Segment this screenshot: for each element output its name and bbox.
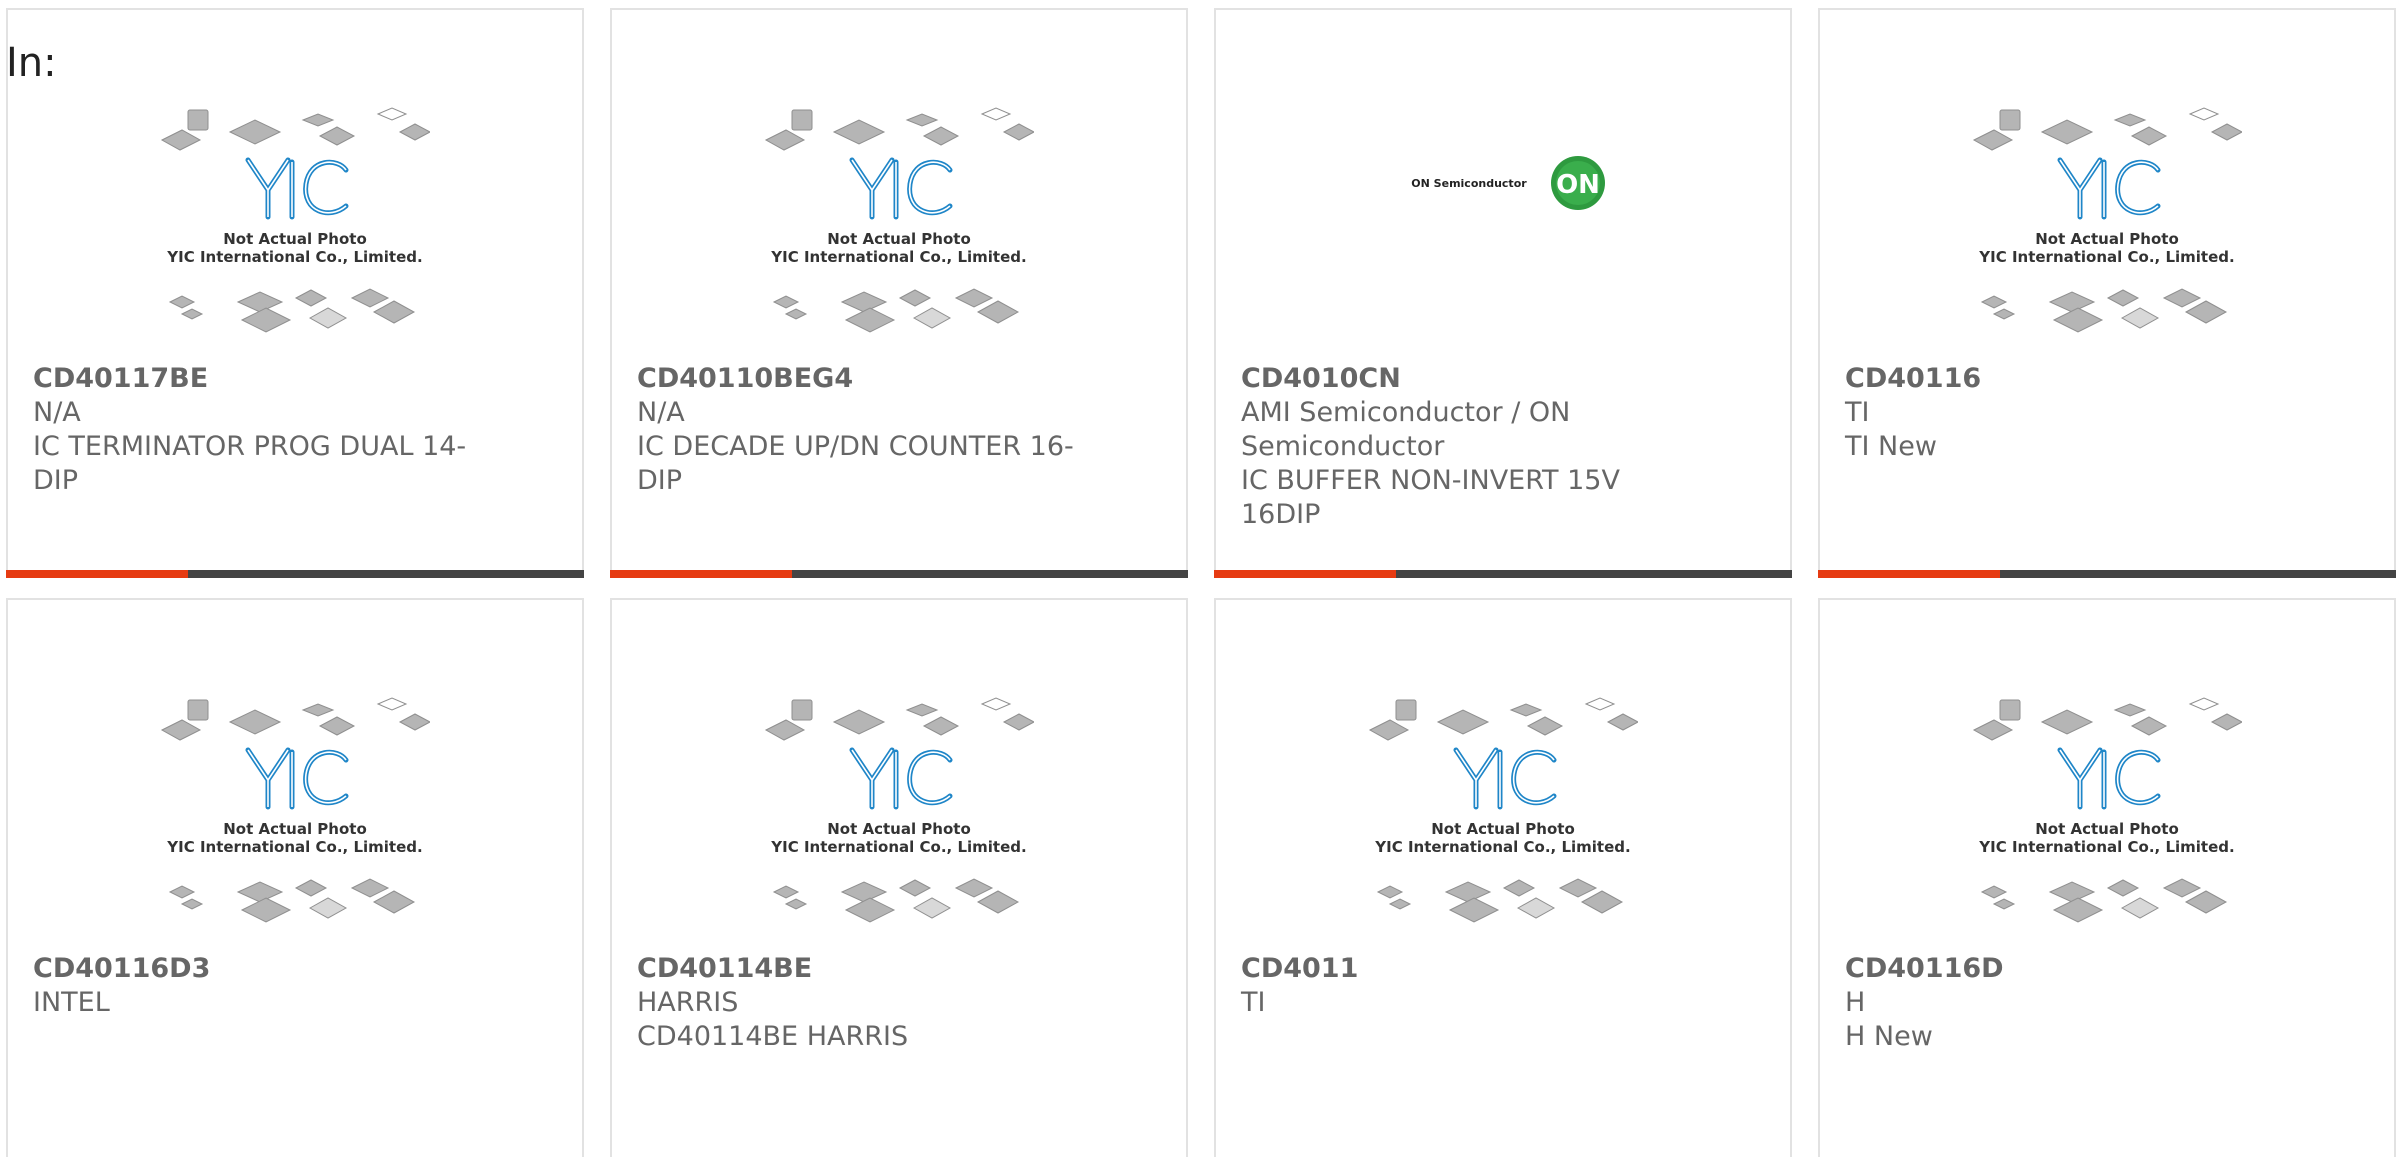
description-line: DIP [33, 465, 79, 496]
part-number-link[interactable]: CD4010CN [1241, 362, 1681, 396]
product-image[interactable]: Not Actual Photo YIC International Co., … [612, 692, 1186, 942]
manufacturer: N/A [637, 397, 685, 428]
part-number-link[interactable]: CD40116D3 [33, 952, 473, 986]
card-bottom-bar [610, 570, 1188, 578]
card-bottom-bar [1214, 570, 1792, 578]
on-semiconductor-logo: ON Semiconductor ON [1411, 156, 1605, 210]
product-info: CD40117BE N/A IC TERMINATOR PROG DUAL 14- D… [33, 362, 473, 498]
product-card[interactable]: Not Actual Photo YIC International Co., … [610, 8, 1188, 578]
card-bottom-bar [6, 570, 584, 578]
svg-text:Not Actual Photo: Not Actual Photo [223, 230, 367, 248]
in-label: In: [6, 40, 57, 86]
description-line: IC BUFFER NON-INVERT 15V [1241, 465, 1620, 496]
manufacturer: H [1845, 987, 1866, 1018]
part-number-link[interactable]: CD4011 [1241, 952, 1681, 986]
svg-text:Not Actual Photo: Not Actual Photo [2035, 820, 2179, 838]
yic-placeholder-image: Not Actual Photo YIC International Co., … [160, 697, 430, 923]
svg-text:ON Semiconductor: ON Semiconductor [1411, 177, 1527, 190]
product-image[interactable]: Not Actual Photo YIC International Co., … [1820, 692, 2394, 942]
description-line: IC DECADE UP/DN COUNTER 16- [637, 431, 1074, 462]
manufacturer: HARRIS [637, 987, 739, 1018]
manufacturer: AMI Semiconductor / ON [1241, 397, 1571, 428]
yic-placeholder-image: Not Actual Photo YIC International Co., … [1368, 697, 1638, 923]
card-bottom-bar [1818, 570, 2396, 578]
product-image[interactable]: Not Actual Photo YIC International Co., … [612, 102, 1186, 352]
svg-text:YIC International Co., Limited: YIC International Co., Limited. [770, 248, 1026, 266]
card-accent-bar [1214, 570, 1396, 578]
product-card[interactable]: Not Actual Photo YIC International Co., … [1214, 598, 1792, 1157]
product-card[interactable]: Not Actual Photo YIC International Co., … [1818, 598, 2396, 1157]
description-line: H New [1845, 1021, 1933, 1052]
product-grid-page: In: Not Actual Photo YIC International C… [0, 0, 2400, 1157]
svg-text:Not Actual Photo: Not Actual Photo [827, 820, 971, 838]
product-card[interactable]: Not Actual Photo YIC International Co., … [6, 598, 584, 1157]
svg-text:Not Actual Photo: Not Actual Photo [2035, 230, 2179, 248]
card-accent-bar [1818, 570, 2000, 578]
product-info: CD40114BE HARRIS CD40114BE HARRIS [637, 952, 1077, 1054]
manufacturer: N/A [33, 397, 81, 428]
svg-text:ON: ON [1556, 170, 1600, 200]
product-info: CD40116D H H New [1845, 952, 2285, 1054]
svg-text:YIC International Co., Limited: YIC International Co., Limited. [166, 838, 422, 856]
yic-placeholder-image: Not Actual Photo YIC International Co., … [160, 107, 430, 333]
product-info: CD4010CN AMI Semiconductor / ON Semiconduc… [1241, 362, 1681, 532]
description-line: TI New [1845, 431, 1937, 462]
svg-text:Not Actual Photo: Not Actual Photo [223, 820, 367, 838]
part-number-link[interactable]: CD40114BE [637, 952, 1077, 986]
yic-placeholder-image: Not Actual Photo YIC International Co., … [1972, 107, 2242, 333]
svg-text:YIC International Co., Limited: YIC International Co., Limited. [770, 838, 1026, 856]
product-card[interactable]: Not Actual Photo YIC International Co., … [6, 8, 584, 578]
part-number-link[interactable]: CD40116 [1845, 362, 2285, 396]
manufacturer: INTEL [33, 987, 110, 1018]
description-line: DIP [637, 465, 683, 496]
svg-text:Not Actual Photo: Not Actual Photo [827, 230, 971, 248]
product-card[interactable]: ON Semiconductor ON CD4010CN AMI Semicond… [1214, 8, 1792, 578]
product-info: CD4011 TI [1241, 952, 1681, 1020]
yic-placeholder-image: Not Actual Photo YIC International Co., … [764, 107, 1034, 333]
svg-text:Not Actual Photo: Not Actual Photo [1431, 820, 1575, 838]
card-accent-bar [6, 570, 188, 578]
description-line: CD40114BE HARRIS [637, 1021, 909, 1052]
product-image[interactable]: Not Actual Photo YIC International Co., … [1216, 692, 1790, 942]
svg-text:YIC International Co., Limited: YIC International Co., Limited. [1374, 838, 1630, 856]
product-info: CD40116D3 INTEL [33, 952, 473, 1020]
description-line: IC TERMINATOR PROG DUAL 14- [33, 431, 467, 462]
part-number-link[interactable]: CD40116D [1845, 952, 2285, 986]
card-accent-bar [610, 570, 792, 578]
description-line: Semiconductor [1241, 431, 1445, 462]
product-image[interactable]: Not Actual Photo YIC International Co., … [8, 692, 582, 942]
svg-text:YIC International Co., Limited: YIC International Co., Limited. [1978, 838, 2234, 856]
part-number-link[interactable]: CD40110BEG4 [637, 362, 1077, 396]
product-image[interactable]: ON Semiconductor ON [1216, 102, 1790, 352]
svg-text:YIC International Co., Limited: YIC International Co., Limited. [1978, 248, 2234, 266]
yic-placeholder-image: Not Actual Photo YIC International Co., … [764, 697, 1034, 923]
part-number-link[interactable]: CD40117BE [33, 362, 473, 396]
yic-placeholder-image: Not Actual Photo YIC International Co., … [1972, 697, 2242, 923]
description-line: 16DIP [1241, 499, 1321, 530]
svg-text:YIC International Co., Limited: YIC International Co., Limited. [166, 248, 422, 266]
product-image[interactable]: Not Actual Photo YIC International Co., … [8, 102, 582, 352]
manufacturer: TI [1241, 987, 1266, 1018]
product-image[interactable]: Not Actual Photo YIC International Co., … [1820, 102, 2394, 352]
product-info: CD40116 TI TI New [1845, 362, 2285, 464]
product-card[interactable]: Not Actual Photo YIC International Co., … [610, 598, 1188, 1157]
manufacturer: TI [1845, 397, 1870, 428]
product-info: CD40110BEG4 N/A IC DECADE UP/DN COUNTER 16… [637, 362, 1077, 498]
product-card[interactable]: Not Actual Photo YIC International Co., … [1818, 8, 2396, 578]
